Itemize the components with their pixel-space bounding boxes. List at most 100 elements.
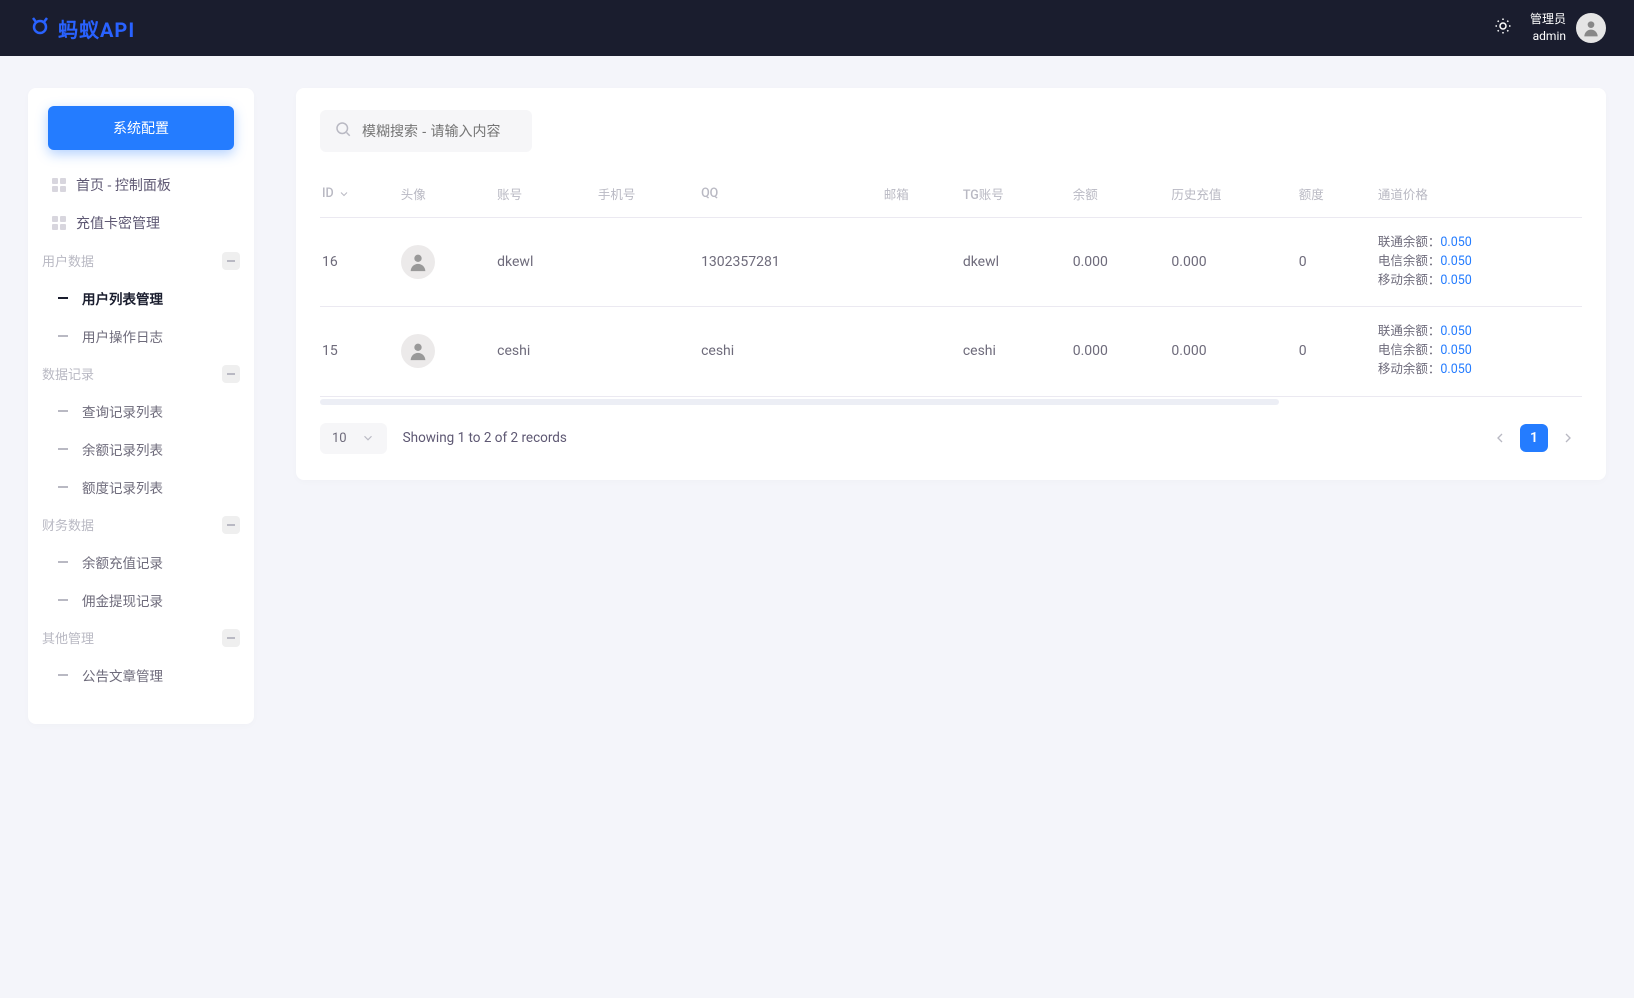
nav-user-log[interactable]: 用户操作日志 <box>38 317 244 355</box>
nav-group-label: 其他管理 <box>42 628 94 647</box>
user-menu[interactable]: 管理员 admin <box>1530 11 1606 45</box>
nav-sub-label: 额度记录列表 <box>82 477 163 497</box>
col-qq[interactable]: QQ <box>693 174 876 218</box>
nav-balance-topup[interactable]: 余额充值记录 <box>38 543 244 581</box>
table-row[interactable]: 16dkewl1302357281dkewl0.0000.0000联通余额：0.… <box>320 218 1582 307</box>
app-header: 蚂蚁API 管理员 admin <box>0 0 1634 56</box>
cell-avatar <box>393 218 489 307</box>
col-account[interactable]: 账号 <box>489 174 590 218</box>
nav-group-label: 用户数据 <box>42 251 94 270</box>
header-right: 管理员 admin <box>1494 11 1606 45</box>
nav-sub-label: 用户列表管理 <box>82 288 163 308</box>
nav-dashboard[interactable]: 首页 - 控制面板 <box>38 166 244 204</box>
nav-sub-label: 余额记录列表 <box>82 439 163 459</box>
cell-id: 16 <box>320 218 393 307</box>
col-tg[interactable]: TG账号 <box>955 174 1065 218</box>
cell-qq: 1302357281 <box>693 218 876 307</box>
page-prev[interactable] <box>1486 424 1514 452</box>
page-1[interactable]: 1 <box>1520 424 1548 452</box>
nav-label: 充值卡密管理 <box>76 213 160 233</box>
brand-text: 蚂蚁API <box>58 14 135 43</box>
page-size-value: 10 <box>332 431 347 446</box>
col-email[interactable]: 邮箱 <box>876 174 955 218</box>
dash-icon <box>58 561 68 563</box>
cell-email <box>876 307 955 396</box>
cell-channel: 联通余额：0.050电信余额：0.050移动余额：0.050 <box>1370 307 1582 396</box>
nav-sub-label: 佣金提现记录 <box>82 590 163 610</box>
page-size-select[interactable]: 10 <box>320 423 387 454</box>
table-footer: 10 Showing 1 to 2 of 2 records 1 <box>320 423 1582 454</box>
sun-icon[interactable] <box>1494 17 1512 39</box>
avatar <box>401 245 435 279</box>
pagination: 1 <box>1486 424 1582 452</box>
dash-icon <box>58 486 68 488</box>
cell-balance: 0.000 <box>1065 307 1164 396</box>
sidebar: 系统配置 首页 - 控制面板 充值卡密管理 用户数据 用户列表管理 用户操作日志… <box>28 88 254 724</box>
nav-group-label: 数据记录 <box>42 364 94 383</box>
nav-group-finance[interactable]: 财务数据 <box>38 506 244 543</box>
brand-logo[interactable]: 蚂蚁API <box>28 14 135 43</box>
nav-group-other[interactable]: 其他管理 <box>38 619 244 656</box>
avatar <box>401 334 435 368</box>
system-config-button[interactable]: 系统配置 <box>48 106 234 150</box>
dash-icon <box>58 599 68 601</box>
nav-sub-label: 余额充值记录 <box>82 552 163 572</box>
search-icon <box>334 120 352 142</box>
nav-recharge-card[interactable]: 充值卡密管理 <box>38 204 244 242</box>
cell-balance: 0.000 <box>1065 218 1164 307</box>
cell-email <box>876 218 955 307</box>
nav-announcement[interactable]: 公告文章管理 <box>38 656 244 694</box>
col-id[interactable]: ID <box>320 174 393 218</box>
cell-tg: ceshi <box>955 307 1065 396</box>
nav-user-list[interactable]: 用户列表管理 <box>38 279 244 317</box>
col-avatar[interactable]: 头像 <box>393 174 489 218</box>
minus-icon <box>222 516 240 534</box>
nav-quota-record[interactable]: 额度记录列表 <box>38 468 244 506</box>
col-quota[interactable]: 额度 <box>1291 174 1370 218</box>
cell-account: dkewl <box>489 218 590 307</box>
cell-phone <box>590 307 693 396</box>
cell-qq: ceshi <box>693 307 876 396</box>
user-text: 管理员 admin <box>1530 11 1566 45</box>
cell-phone <box>590 218 693 307</box>
search-input[interactable] <box>362 123 543 139</box>
col-channel[interactable]: 通道价格 <box>1370 174 1582 218</box>
nav-commission[interactable]: 佣金提现记录 <box>38 581 244 619</box>
dash-icon <box>58 335 68 337</box>
cell-avatar <box>393 307 489 396</box>
chevron-left-icon <box>1492 430 1508 446</box>
dash-icon <box>58 674 68 676</box>
nav-group-user-data[interactable]: 用户数据 <box>38 242 244 279</box>
cell-quota: 0 <box>1291 307 1370 396</box>
cell-history: 0.000 <box>1163 218 1290 307</box>
nav-balance-record[interactable]: 余额记录列表 <box>38 430 244 468</box>
search-box[interactable] <box>320 110 532 152</box>
cell-tg: dkewl <box>955 218 1065 307</box>
dash-icon <box>58 410 68 412</box>
col-balance[interactable]: 余额 <box>1065 174 1164 218</box>
table-scroll[interactable]: ID 头像 账号 手机号 QQ 邮箱 TG账号 余额 历史充值 额度 通道价格 <box>320 174 1582 405</box>
minus-icon <box>222 629 240 647</box>
table-header-row: ID 头像 账号 手机号 QQ 邮箱 TG账号 余额 历史充值 额度 通道价格 <box>320 174 1582 218</box>
chevron-down-icon <box>361 431 375 445</box>
ant-icon <box>28 14 52 42</box>
nav-sub-label: 查询记录列表 <box>82 401 163 421</box>
page-next[interactable] <box>1554 424 1582 452</box>
horizontal-scrollbar[interactable] <box>320 399 1279 405</box>
nav-group-data-record[interactable]: 数据记录 <box>38 355 244 392</box>
nav-label: 首页 - 控制面板 <box>76 175 171 195</box>
nav-sub-label: 公告文章管理 <box>82 665 163 685</box>
cell-account: ceshi <box>489 307 590 396</box>
cell-quota: 0 <box>1291 218 1370 307</box>
user-table: ID 头像 账号 手机号 QQ 邮箱 TG账号 余额 历史充值 额度 通道价格 <box>320 174 1582 397</box>
nav-sub-label: 用户操作日志 <box>82 326 163 346</box>
cell-id: 15 <box>320 307 393 396</box>
cell-channel: 联通余额：0.050电信余额：0.050移动余额：0.050 <box>1370 218 1582 307</box>
cell-history: 0.000 <box>1163 307 1290 396</box>
records-text: Showing 1 to 2 of 2 records <box>403 430 567 446</box>
table-row[interactable]: 15ceshiceshiceshi0.0000.0000联通余额：0.050电信… <box>320 307 1582 396</box>
col-phone[interactable]: 手机号 <box>590 174 693 218</box>
col-history[interactable]: 历史充值 <box>1163 174 1290 218</box>
nav-query-record[interactable]: 查询记录列表 <box>38 392 244 430</box>
grid-icon <box>52 216 66 230</box>
